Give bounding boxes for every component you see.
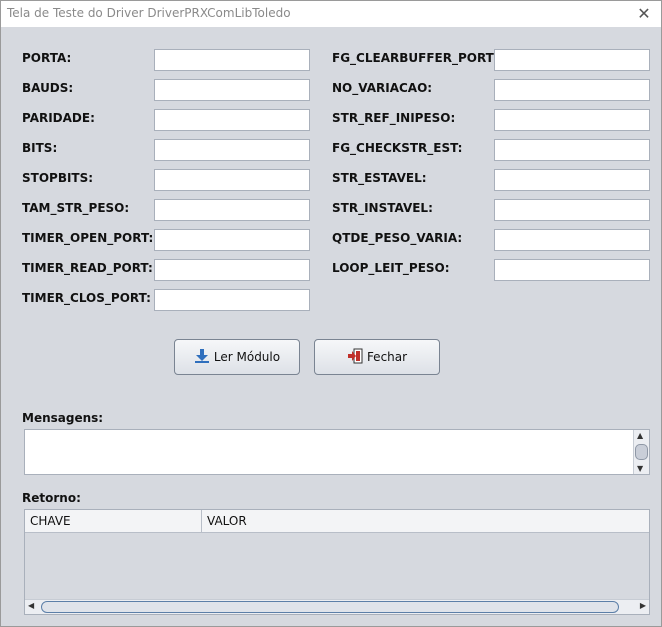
paridade-input[interactable] xyxy=(154,109,310,131)
label-str-estavel: STR_ESTAVEL: xyxy=(332,171,427,185)
label-loop-leit-peso: LOOP_LEIT_PESO: xyxy=(332,261,450,275)
str-ref-inipeso-input[interactable] xyxy=(494,109,650,131)
window-title: Tela de Teste do Driver DriverPRXComLibT… xyxy=(7,6,291,20)
bauds-input[interactable] xyxy=(154,79,310,101)
no-variacao-input[interactable] xyxy=(494,79,650,101)
app-window: Tela de Teste do Driver DriverPRXComLibT… xyxy=(0,0,662,627)
label-bits: BITS: xyxy=(22,141,58,155)
timer-open-port-input[interactable] xyxy=(154,229,310,251)
retorno-table[interactable]: CHAVE VALOR ◀ ▶ xyxy=(24,509,650,615)
column-header-valor[interactable]: VALOR xyxy=(201,510,649,532)
fg-checkstr-est-input[interactable] xyxy=(494,139,650,161)
porta-input[interactable] xyxy=(154,49,310,71)
label-fg-clearbuffer-port: FG_CLEARBUFFER_PORT: xyxy=(332,51,498,65)
stopbits-input[interactable] xyxy=(154,169,310,191)
label-timer-read-port: TIMER_READ_PORT: xyxy=(22,261,153,275)
label-paridade: PARIDADE: xyxy=(22,111,95,125)
scroll-left-arrow-icon[interactable]: ◀ xyxy=(28,601,34,610)
label-fg-checkstr-est: FG_CHECKSTR_EST: xyxy=(332,141,463,155)
label-str-ref-inipeso: STR_REF_INIPESO: xyxy=(332,111,456,125)
label-bauds: BAUDS: xyxy=(22,81,74,95)
ler-modulo-button[interactable]: Ler Módulo xyxy=(174,339,300,375)
label-tam-str-peso: TAM_STR_PESO: xyxy=(22,201,130,215)
table-horizontal-scrollbar[interactable]: ◀ ▶ xyxy=(25,599,649,614)
horizontal-scroll-thumb[interactable] xyxy=(41,601,619,613)
download-icon xyxy=(194,348,210,367)
mensagens-label: Mensagens: xyxy=(22,411,104,425)
ler-modulo-label: Ler Módulo xyxy=(213,350,281,364)
timer-read-port-input[interactable] xyxy=(154,259,310,281)
title-bar: Tela de Teste do Driver DriverPRXComLibT… xyxy=(1,1,661,27)
fechar-label: Fechar xyxy=(366,350,408,364)
qtde-peso-varia-input[interactable] xyxy=(494,229,650,251)
scroll-thumb[interactable] xyxy=(635,444,648,460)
label-timer-open-port: TIMER_OPEN_PORT: xyxy=(22,231,154,245)
exit-door-icon xyxy=(347,348,363,367)
mensagens-vertical-scrollbar[interactable]: ▲ ▼ xyxy=(633,430,649,474)
str-instavel-input[interactable] xyxy=(494,199,650,221)
column-header-chave[interactable]: CHAVE xyxy=(25,510,201,532)
retorno-label: Retorno: xyxy=(22,491,81,505)
fechar-button[interactable]: Fechar xyxy=(314,339,440,375)
scroll-down-arrow-icon[interactable]: ▼ xyxy=(637,464,643,473)
tam-str-peso-input[interactable] xyxy=(154,199,310,221)
table-header: CHAVE VALOR xyxy=(25,510,649,533)
label-timer-clos-port: TIMER_CLOS_PORT: xyxy=(22,291,151,305)
close-icon[interactable]: ✕ xyxy=(633,3,655,25)
label-stopbits: STOPBITS: xyxy=(22,171,94,185)
str-estavel-input[interactable] xyxy=(494,169,650,191)
label-qtde-peso-varia: QTDE_PESO_VARIA: xyxy=(332,231,463,245)
scroll-right-arrow-icon[interactable]: ▶ xyxy=(640,601,646,610)
timer-clos-port-input[interactable] xyxy=(154,289,310,311)
loop-leit-peso-input[interactable] xyxy=(494,259,650,281)
scroll-up-arrow-icon[interactable]: ▲ xyxy=(637,431,643,440)
fg-clearbuffer-port-input[interactable] xyxy=(494,49,650,71)
label-porta: PORTA: xyxy=(22,51,72,65)
bits-input[interactable] xyxy=(154,139,310,161)
label-str-instavel: STR_INSTAVEL: xyxy=(332,201,433,215)
mensagens-textarea[interactable]: ▲ ▼ xyxy=(24,429,650,475)
label-no-variacao: NO_VARIACAO: xyxy=(332,81,433,95)
